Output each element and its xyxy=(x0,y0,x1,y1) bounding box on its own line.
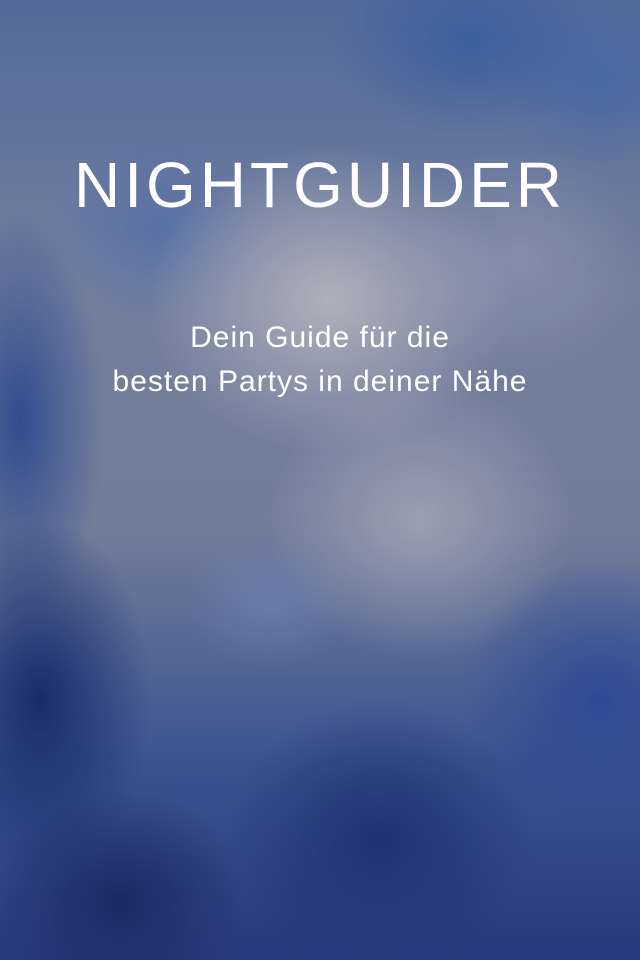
splash-screen: NIGHTGUIDER Dein Guide für die besten Pa… xyxy=(0,0,640,960)
app-title: NIGHTGUIDER xyxy=(74,149,566,221)
tagline-line-2: besten Partys in deiner Nähe xyxy=(112,365,528,398)
splash-content: NIGHTGUIDER Dein Guide für die besten Pa… xyxy=(0,0,640,960)
app-tagline: Dein Guide für die besten Partys in dein… xyxy=(0,316,640,404)
tagline-line-1: Dein Guide für die xyxy=(190,321,450,354)
